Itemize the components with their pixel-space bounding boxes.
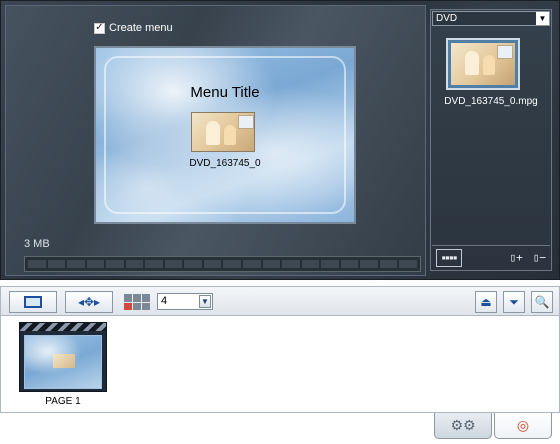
pages-strip: PAGE 1: [0, 316, 560, 412]
chevron-down-icon[interactable]: ▼: [199, 295, 211, 308]
capacity-segment: [301, 260, 320, 268]
thumbnail-window: [238, 115, 254, 129]
menu-item-thumbnail[interactable]: [191, 112, 255, 152]
thumbnail-figure: [206, 121, 220, 145]
add-page-icon[interactable]: ▯+: [510, 249, 523, 267]
create-menu-option[interactable]: ✓ Create menu: [94, 22, 173, 34]
source-select-value: DVD: [436, 13, 458, 24]
tab-burn[interactable]: ◎: [494, 413, 552, 439]
film-header: [20, 323, 106, 331]
thumbnail-window: [497, 45, 513, 59]
zoom-button[interactable]: 🔍: [531, 291, 553, 313]
move-down-icon: ⏷: [509, 294, 519, 309]
capacity-segment: [86, 260, 105, 268]
capacity-segment: [223, 260, 242, 268]
media-toolbar: ▪▪▪▪ ▯+ ▯−: [432, 245, 550, 269]
bottom-tabs: ⚙⚙ ◎: [0, 412, 560, 444]
thumbnail-figure: [483, 55, 495, 75]
page-mini-thumbnail: [53, 354, 75, 368]
source-select[interactable]: DVD ▼: [432, 11, 550, 26]
zoom-icon: 🔍: [534, 295, 550, 309]
items-per-page-select[interactable]: 4 ▼: [157, 293, 213, 310]
monitor-button[interactable]: [9, 291, 57, 313]
capacity-segment: [262, 260, 281, 268]
move-up-icon: ⏏: [480, 295, 492, 309]
capacity-segment: [360, 260, 378, 268]
move-up-button[interactable]: ⏏: [475, 291, 497, 313]
capacity-segment: [379, 260, 398, 268]
capacity-segment: [282, 260, 300, 268]
menu-preview-area: ✓ Create menu Menu Title DVD_163745_0 3 …: [5, 5, 426, 276]
move-arrows-icon: ◂✥▸: [77, 295, 101, 309]
items-per-page-value: 4: [161, 295, 168, 307]
monitor-icon: [24, 296, 42, 308]
editor-panel: ✓ Create menu Menu Title DVD_163745_0 3 …: [0, 0, 560, 280]
capacity-segment: [125, 260, 144, 268]
tab-settings[interactable]: ⚙⚙: [434, 413, 492, 439]
capacity-segment: [67, 260, 85, 268]
disc-size-label: 3 MB: [24, 238, 50, 250]
media-file-name[interactable]: DVD_163745_0.mpg: [431, 96, 551, 107]
capacity-segment: [47, 260, 66, 268]
settings-gear-icon: ⚙⚙: [450, 417, 476, 433]
thumbnail-figure: [224, 125, 236, 145]
page-tool-group: ▯+ ▯−: [510, 249, 547, 267]
page-label: PAGE 1: [45, 396, 81, 407]
move-button[interactable]: ◂✥▸: [65, 291, 113, 313]
capacity-segment: [106, 260, 124, 268]
page-preview-image: [24, 335, 102, 389]
thumbnail-figure: [465, 51, 479, 75]
capacity-segment: [164, 260, 183, 268]
layout-grid-icon: [124, 294, 150, 310]
capacity-segment: [321, 260, 339, 268]
pages-toolbar: ◂✥▸ 4 ▼ ⏏ ⏷ 🔍: [0, 286, 560, 316]
capacity-segment: [340, 260, 359, 268]
create-menu-label: Create menu: [109, 22, 173, 34]
dvd-menu-preview: Menu Title DVD_163745_0: [94, 46, 356, 224]
capacity-segment: [243, 260, 261, 268]
capacity-segment: [184, 260, 202, 268]
media-thumbnail-image: [451, 43, 515, 85]
page-thumbnail[interactable]: [19, 322, 107, 392]
move-down-button[interactable]: ⏷: [503, 291, 525, 313]
chevron-down-icon[interactable]: ▼: [536, 12, 549, 25]
burn-disc-icon: ◎: [516, 417, 530, 433]
film-strip-icon[interactable]: ▪▪▪▪: [436, 248, 462, 267]
disc-capacity-bar: [24, 256, 421, 272]
media-pane: DVD ▼ DVD_163745_0.mpg ▪▪▪▪ ▯+ ▯−: [430, 9, 552, 271]
menu-item-label[interactable]: DVD_163745_0: [96, 158, 354, 169]
capacity-segment: [28, 260, 46, 268]
remove-page-icon[interactable]: ▯−: [533, 249, 546, 267]
capacity-segment: [145, 260, 163, 268]
create-menu-checkbox[interactable]: ✓: [94, 22, 105, 34]
capacity-segment: [399, 260, 417, 268]
capacity-segment: [203, 260, 222, 268]
menu-title[interactable]: Menu Title: [96, 84, 354, 101]
media-file-thumbnail[interactable]: [446, 38, 520, 90]
